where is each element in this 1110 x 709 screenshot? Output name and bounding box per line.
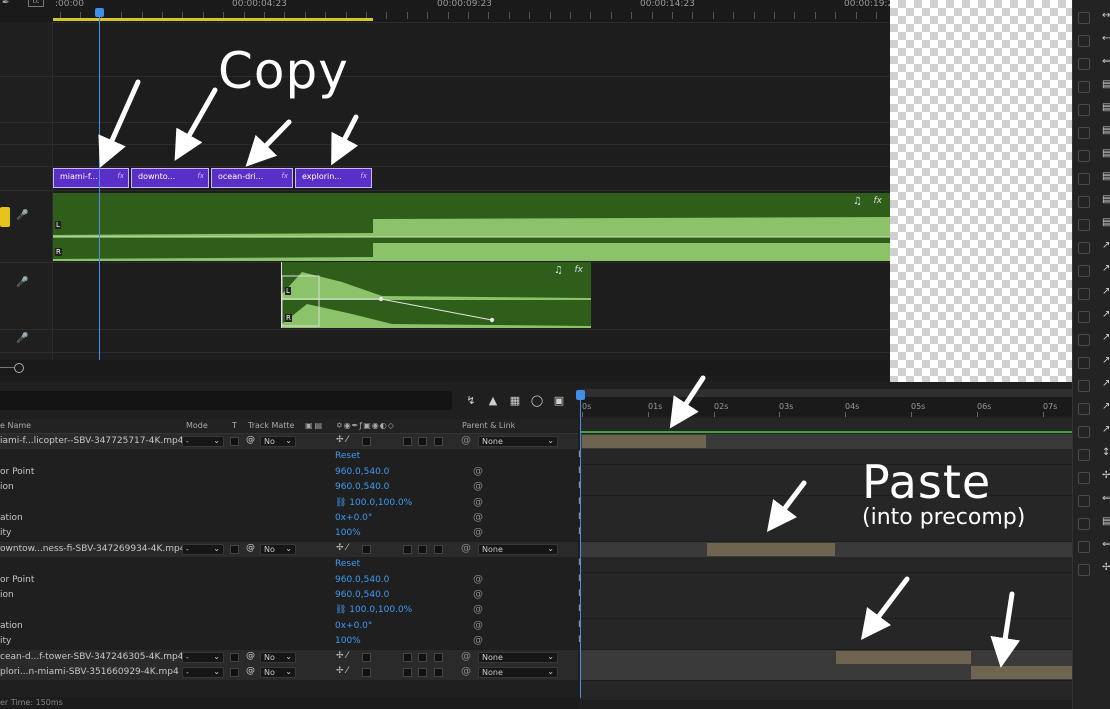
arrow-paste-4 — [990, 591, 1021, 668]
annotation-arrows — [98, 79, 1021, 668]
arrow-copy-1 — [98, 79, 141, 168]
paste-annotation: Paste — [862, 455, 992, 509]
arrow-paste-3 — [860, 576, 910, 640]
arrow-copy-3 — [245, 119, 292, 167]
arrow-copy-2 — [174, 87, 218, 162]
paste-subtitle-annotation: (into precomp) — [862, 505, 1026, 530]
arrow-paste-1 — [669, 375, 706, 429]
arrow-paste-2 — [766, 480, 807, 532]
copy-annotation: Copy — [218, 42, 349, 100]
arrow-copy-4 — [331, 114, 359, 166]
